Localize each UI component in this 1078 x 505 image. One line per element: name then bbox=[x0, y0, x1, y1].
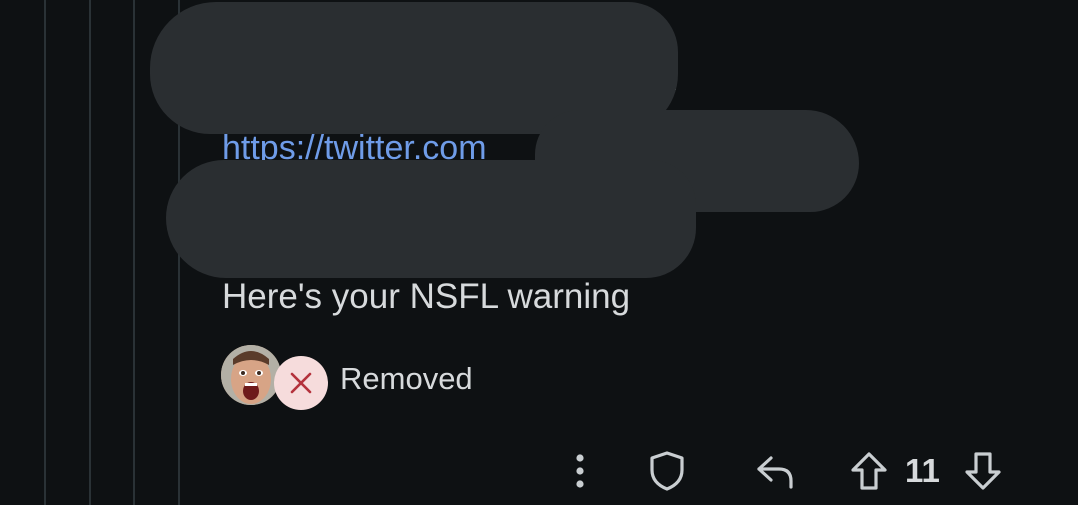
thread-line-3 bbox=[133, 0, 135, 505]
reply-icon bbox=[757, 456, 793, 489]
more-vertical-icon bbox=[576, 454, 584, 488]
author-avatar[interactable] bbox=[221, 345, 281, 405]
upvote-button[interactable] bbox=[846, 448, 892, 494]
thread-line-2 bbox=[89, 0, 91, 505]
reply-button[interactable] bbox=[750, 448, 800, 494]
arrow-up-icon bbox=[851, 452, 887, 490]
more-options-button[interactable] bbox=[560, 448, 600, 494]
close-icon bbox=[290, 372, 312, 394]
mod-shield-button[interactable] bbox=[644, 448, 690, 494]
arrow-down-icon bbox=[965, 452, 1001, 490]
downvote-button[interactable] bbox=[960, 448, 1006, 494]
avatar-image bbox=[221, 345, 281, 405]
vote-score: 11 bbox=[905, 452, 940, 489]
comment-body: Here's your NSFL warning bbox=[222, 277, 631, 316]
removed-status-label: Removed bbox=[340, 361, 473, 396]
removed-badge bbox=[274, 356, 328, 410]
shield-icon bbox=[650, 451, 684, 491]
redaction-block-3 bbox=[166, 160, 696, 278]
thread-line-1 bbox=[44, 0, 46, 505]
